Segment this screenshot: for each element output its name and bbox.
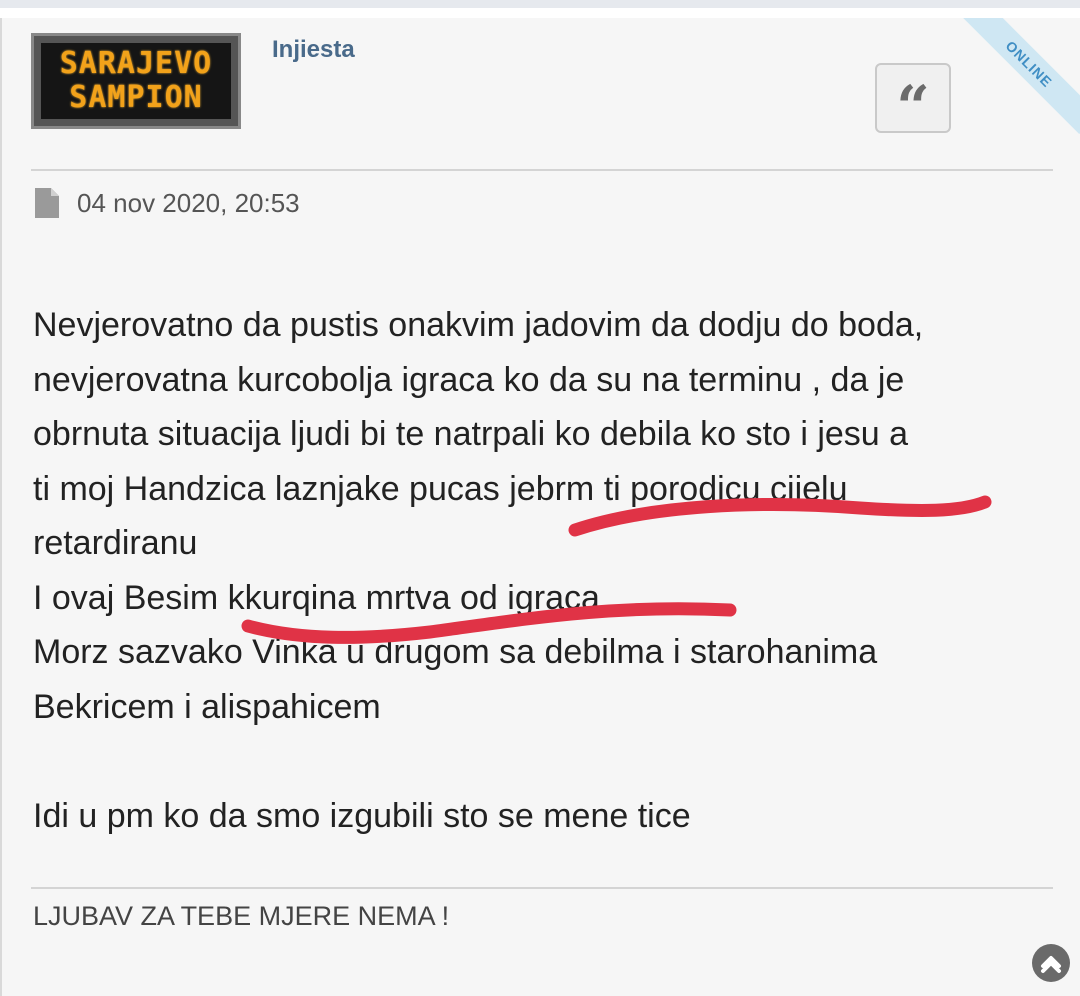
username-link[interactable]: Injiesta [272, 36, 355, 64]
post-line [33, 734, 1053, 789]
quote-button[interactable]: “ [875, 63, 951, 141]
signature-text: LJUBAV ZA TEBE MJERE NEMA ! [33, 901, 450, 931]
avatar-led-display: SARAJEVO SAMPION [41, 43, 231, 119]
post-date[interactable]: 04 nov 2020, 20:53 [77, 188, 300, 219]
post-line: Idi u pm ko da smo izgubili sto se mene … [33, 796, 691, 835]
online-ribbon: ONLINE [960, 18, 1080, 138]
chevron-up-icon [1041, 956, 1061, 973]
post-line: Bekricem i alispahicem [33, 687, 381, 726]
post-line: Nevjerovatno da pustis onakvim jadovim d… [33, 306, 924, 344]
post-line: retardiranu [33, 524, 198, 562]
scroll-top-button[interactable] [1032, 944, 1070, 982]
header-divider [31, 169, 1053, 171]
signature-divider [31, 887, 1053, 889]
online-status-badge: ONLINE [960, 18, 1080, 135]
post-line: I ovaj Besim kkurqina mrtva od igraca [33, 578, 600, 617]
post-body: Nevjerovatno da pustis onakvim jadovim d… [33, 298, 1053, 843]
quote-icon: “ [896, 73, 930, 141]
avatar[interactable]: SARAJEVO SAMPION [31, 33, 241, 129]
avatar-line-2: SAMPION [69, 80, 203, 115]
post-line: nevjerovatna kurcobolja igraca ko da su … [33, 360, 905, 399]
avatar-line-1: SARAJEVO [59, 46, 213, 81]
post-line: ti moj Handzica laznjake pucas jebrm ti … [33, 469, 848, 508]
post-meta: 04 nov 2020, 20:53 [33, 186, 300, 220]
post-line: Morz sazvako Vinka u drugom sa debilma i… [33, 633, 878, 671]
document-icon [35, 188, 59, 218]
post-line: obrnuta situacija ljudi bi te natrpali k… [33, 415, 909, 453]
top-bar [0, 0, 1080, 8]
